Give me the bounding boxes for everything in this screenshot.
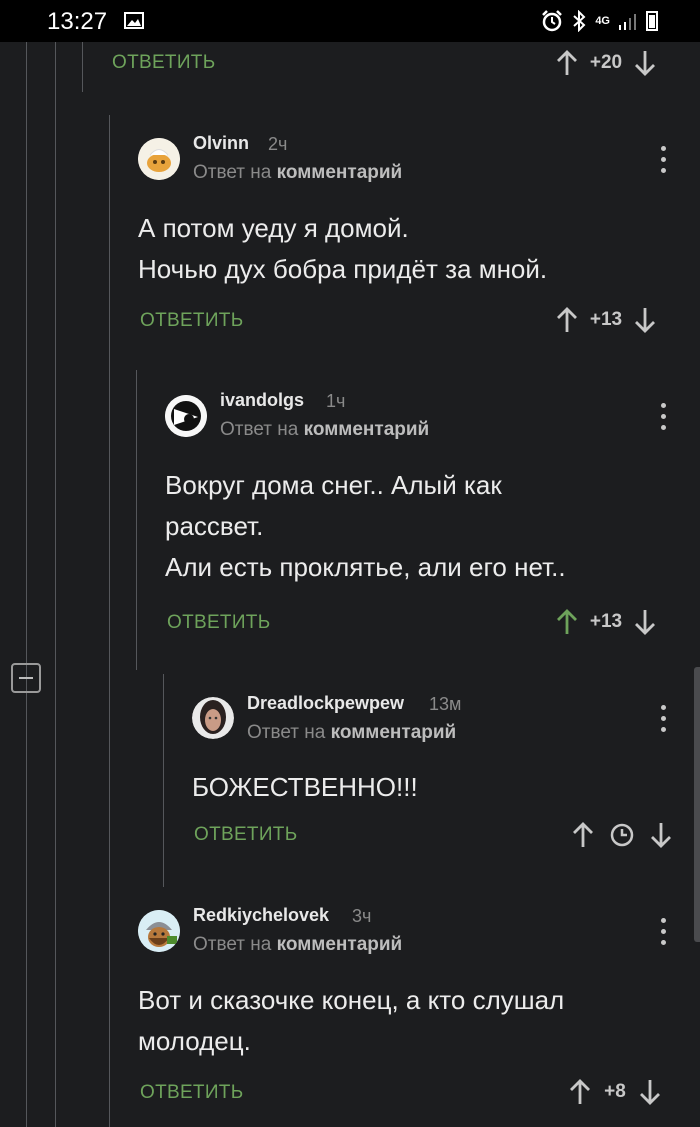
reply-to: Ответ на комментарий	[220, 419, 429, 441]
status-time: 13:27	[47, 8, 108, 35]
alarm-icon	[542, 10, 563, 32]
reply-to-link[interactable]: комментарий	[331, 722, 457, 743]
reply-button[interactable]: ОТВЕТИТЬ	[112, 52, 215, 74]
status-bar: 13:27 4G	[0, 0, 700, 42]
kebab-menu-icon[interactable]	[661, 403, 667, 431]
kebab-menu-icon[interactable]	[661, 705, 667, 733]
bluetooth-icon	[573, 10, 586, 32]
clock-icon	[610, 823, 634, 847]
up-arrow-icon[interactable]	[552, 305, 582, 335]
vote-controls	[568, 820, 676, 850]
signal-icon	[619, 14, 636, 30]
vote-controls: +8	[565, 1077, 665, 1107]
comment-author[interactable]: Dreadlockpewpew	[247, 693, 404, 714]
comment-author[interactable]: Olvinn	[193, 133, 249, 154]
reply-to-prefix: Ответ на	[193, 162, 272, 183]
thread-line	[163, 674, 164, 887]
down-arrow-icon[interactable]	[630, 607, 660, 637]
down-arrow-icon[interactable]	[635, 1077, 665, 1107]
reply-to-prefix: Ответ на	[247, 722, 326, 743]
up-arrow-icon[interactable]	[565, 1077, 595, 1107]
comment-author[interactable]: ivandolgs	[220, 390, 304, 411]
battery-icon	[646, 11, 658, 31]
up-arrow-icon[interactable]	[552, 48, 582, 78]
reply-to: Ответ на комментарий	[193, 934, 402, 956]
rating-count: +13	[589, 611, 623, 632]
reply-to: Ответ на комментарий	[247, 722, 456, 744]
comment-time: 13м	[429, 694, 462, 714]
up-arrow-icon[interactable]	[568, 820, 598, 850]
reply-button[interactable]: ОТВЕТИТЬ	[194, 824, 297, 846]
up-arrow-icon[interactable]	[552, 607, 582, 637]
thread-line	[82, 42, 83, 92]
reply-to-link[interactable]: комментарий	[277, 162, 403, 183]
reply-button[interactable]: ОТВЕТИТЬ	[140, 1082, 243, 1104]
rating-count: +13	[589, 309, 623, 330]
thread-line	[109, 115, 110, 1127]
avatar[interactable]	[138, 910, 180, 952]
comment-time: 2ч	[268, 134, 288, 154]
down-arrow-icon[interactable]	[630, 305, 660, 335]
vote-controls: +13	[552, 607, 660, 637]
reply-button[interactable]: ОТВЕТИТЬ	[140, 310, 243, 332]
vote-controls: +20	[552, 48, 660, 78]
kebab-menu-icon[interactable]	[661, 146, 667, 174]
collapse-thread-icon[interactable]	[11, 663, 41, 693]
thread-line	[136, 370, 137, 670]
reply-to-link[interactable]: комментарий	[277, 934, 403, 955]
comment-time: 3ч	[352, 906, 372, 926]
rating-count: +20	[589, 52, 623, 73]
thread-line	[55, 42, 56, 1127]
reply-to-link[interactable]: комментарий	[304, 419, 430, 440]
avatar-image	[138, 138, 180, 180]
rating-count: +8	[604, 1081, 626, 1102]
vote-controls: +13	[552, 305, 660, 335]
reply-to-prefix: Ответ на	[220, 419, 299, 440]
comment-text: БОЖЕСТВЕННО!!!	[192, 772, 418, 802]
scrollbar[interactable]	[694, 667, 700, 942]
reply-to: Ответ на комментарий	[193, 162, 402, 184]
avatar-image	[192, 697, 234, 739]
avatar[interactable]	[192, 697, 234, 739]
avatar[interactable]	[138, 138, 180, 180]
avatar-image	[138, 910, 180, 952]
gallery-notification-icon	[124, 12, 144, 29]
kebab-menu-icon[interactable]	[661, 918, 667, 946]
comment-text: Вокруг дома снег.. Алый как рассвет. Али…	[165, 470, 566, 582]
comment-text: А потом уеду я домой. Ночью дух бобра пр…	[138, 213, 548, 284]
down-arrow-icon[interactable]	[630, 48, 660, 78]
reply-button[interactable]: ОТВЕТИТЬ	[167, 612, 270, 634]
comment-author[interactable]: Redkiychelovek	[193, 905, 329, 926]
avatar[interactable]	[165, 395, 207, 437]
network-type: 4G	[595, 15, 610, 27]
down-arrow-icon[interactable]	[646, 820, 676, 850]
reply-to-prefix: Ответ на	[193, 934, 272, 955]
comment-text: Вот и сказочке конец, а кто слушал молод…	[138, 985, 565, 1056]
thread-line	[26, 42, 27, 1127]
avatar-image	[165, 395, 207, 437]
comment-time: 1ч	[326, 391, 346, 411]
